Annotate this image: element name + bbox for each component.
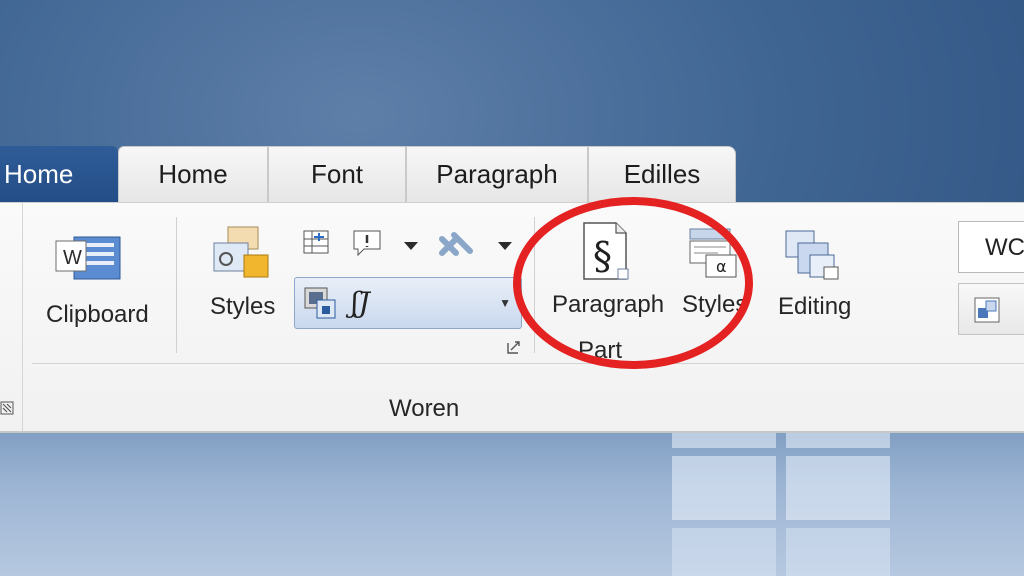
paragraph-section-icon[interactable]: § [580, 221, 632, 285]
chevron-down-icon[interactable]: ▼ [499, 296, 511, 310]
word-icon[interactable]: W [54, 233, 122, 283]
style-preview-icon [304, 287, 336, 319]
search-box[interactable]: WC [958, 221, 1024, 273]
ribbon-group-divider [32, 363, 1024, 364]
group-separator [534, 217, 535, 353]
section-glyph: § [593, 234, 612, 278]
styles-pane-label[interactable]: Styles [682, 291, 747, 319]
dialog-launcher-icon[interactable] [506, 339, 522, 355]
tab-paragraph[interactable]: Paragraph [406, 146, 588, 202]
tab-edilles[interactable]: Edilles [588, 146, 736, 202]
arrange-icon [974, 297, 1000, 323]
comment-icon[interactable] [350, 227, 390, 263]
format-tool-icon[interactable] [436, 229, 476, 263]
dialog-launcher-icon[interactable] [0, 401, 14, 415]
styles-label[interactable]: Styles [210, 293, 275, 321]
styles-icon[interactable] [208, 225, 272, 281]
ribbon-left-divider [22, 203, 23, 431]
group-label-woren: Woren [389, 395, 460, 422]
style-sample-text: ʃJ [351, 286, 370, 319]
alpha-glyph: α [716, 257, 727, 276]
tab-home-active[interactable]: Home [0, 146, 118, 202]
editing-label[interactable]: Editing [778, 293, 851, 321]
ribbon-panel: W Clipboard Styles ʃJ ▼ Woren § Paragrap… [0, 202, 1024, 433]
chevron-down-icon[interactable] [402, 239, 420, 253]
windows-logo-watermark [672, 428, 890, 576]
group-separator [176, 217, 177, 353]
editing-icon[interactable] [784, 225, 844, 283]
tab-home[interactable]: Home [118, 146, 268, 202]
paragraph-part-label: Part [578, 337, 623, 364]
search-box-text: WC [985, 234, 1024, 261]
style-selector[interactable]: ʃJ ▼ [294, 277, 522, 329]
arrange-button[interactable] [958, 283, 1024, 335]
tab-font[interactable]: Font [268, 146, 406, 202]
table-insert-icon[interactable] [300, 227, 334, 261]
clipboard-label[interactable]: Clipboard [46, 301, 149, 329]
chevron-down-icon[interactable] [496, 239, 514, 253]
word-icon-letter: W [63, 247, 82, 269]
styles-pane-icon[interactable]: α [688, 227, 740, 279]
paragraph-label[interactable]: Paragraph [552, 291, 664, 319]
